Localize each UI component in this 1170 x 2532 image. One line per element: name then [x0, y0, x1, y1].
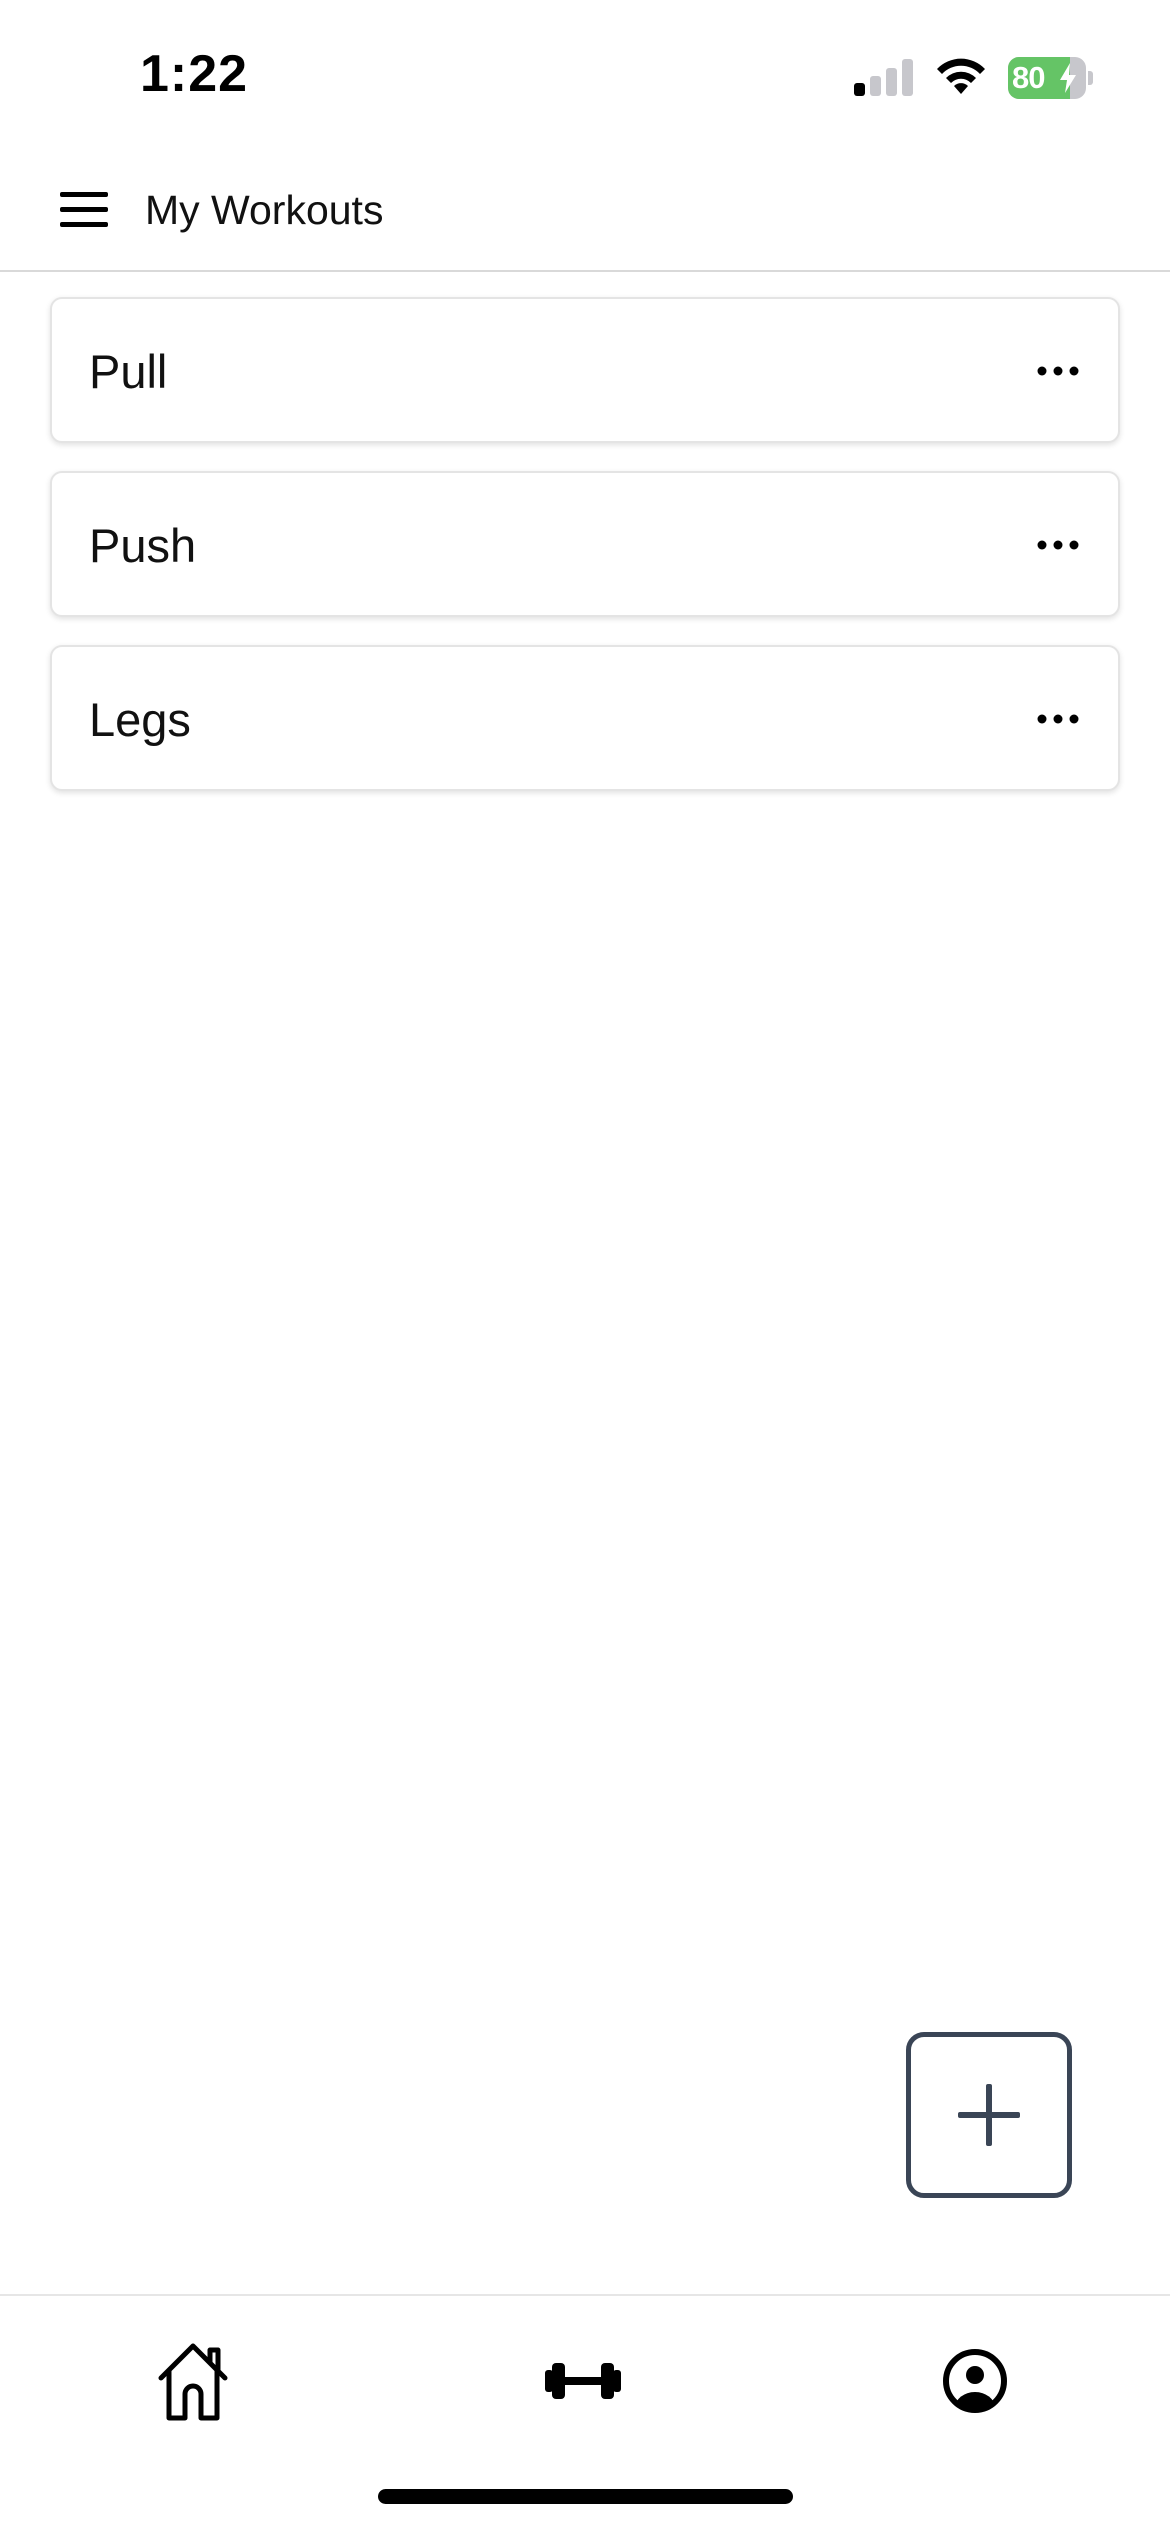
add-workout-button[interactable] — [906, 2032, 1072, 2198]
workout-name: Pull — [89, 345, 168, 398]
more-horizontal-icon[interactable] — [1028, 519, 1088, 573]
battery-indicator: 80 — [1008, 57, 1093, 99]
workout-card-push[interactable]: Push — [50, 471, 1120, 617]
tab-home[interactable] — [148, 2336, 238, 2426]
workout-list: Pull Push Legs — [50, 297, 1120, 819]
charging-bolt-icon — [1060, 63, 1076, 93]
dumbbell-icon — [545, 2363, 621, 2399]
hamburger-menu-icon[interactable] — [50, 180, 118, 240]
workout-card-legs[interactable]: Legs — [50, 645, 1120, 791]
tab-workouts[interactable] — [538, 2336, 628, 2426]
status-bar: 1:22 80 — [0, 0, 1170, 150]
wifi-icon — [934, 56, 988, 96]
page-title: My Workouts — [145, 187, 384, 233]
workout-name: Push — [89, 519, 197, 572]
more-horizontal-icon[interactable] — [1028, 345, 1088, 399]
app-header: My Workouts — [0, 150, 1170, 272]
plus-icon — [958, 2084, 1020, 2146]
home-indicator — [378, 2489, 793, 2504]
workout-card-pull[interactable]: Pull — [50, 297, 1120, 443]
cellular-signal-icon — [854, 58, 916, 96]
workout-name: Legs — [89, 693, 191, 746]
battery-level: 80 — [1012, 60, 1045, 95]
more-horizontal-icon[interactable] — [1028, 693, 1088, 747]
status-time: 1:22 — [140, 45, 249, 103]
tab-profile[interactable] — [930, 2336, 1020, 2426]
home-icon — [158, 2343, 228, 2421]
user-circle-icon — [943, 2349, 1007, 2413]
